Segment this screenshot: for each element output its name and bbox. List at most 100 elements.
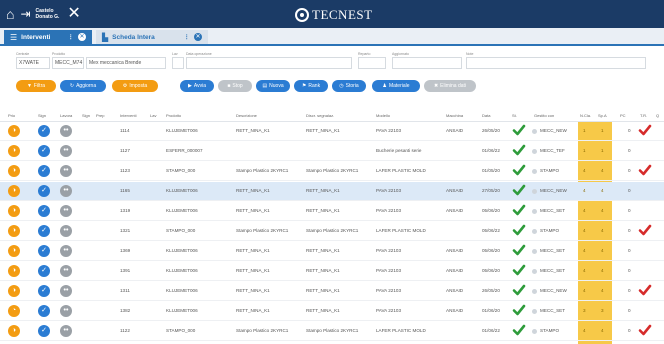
stop-button[interactable]: ■ Stop [218,80,252,92]
col-sign[interactable]: Sign [38,113,46,118]
table-row[interactable]: ◑ ✓ •• 1391 KLUJEMET006 RETT_NINA_K1 RETT_NINA… [0,262,664,281]
table-row[interactable]: ◑ ✓ •• 1311 KLUJEMET006 RETT_NINA_K1 RETT_NINA… [0,282,664,301]
priority-icon[interactable]: ◑ [8,165,20,177]
filter-reparto[interactable]: Reparto [358,52,386,69]
table-row[interactable]: ◑ ✓ •• 1369 KLUJEMET006 RETT_NINA_K1 RETT_NINA… [0,242,664,261]
check-circle-icon[interactable]: ✓ [38,205,50,217]
home-icon[interactable]: ⌂ [6,7,14,21]
filter-input[interactable]: Mex meccanica Brende [86,57,166,69]
menu-dots-icon[interactable]: •• [60,285,72,297]
priority-icon[interactable]: ◑ [8,125,20,137]
col-prodotto[interactable]: Prodotto [166,113,181,118]
check-circle-icon[interactable]: ✓ [38,245,50,257]
close-icon[interactable]: ✕ [67,6,80,22]
filter-input[interactable]: MECC_M74 [52,57,84,69]
col-gestito[interactable]: Gestito con [534,113,554,118]
close-tab-icon[interactable]: ✕ [194,33,202,41]
priority-icon[interactable]: ◑ [8,265,20,277]
priority-icon[interactable]: ◔ [8,305,20,317]
col-prep[interactable]: Prep [96,113,104,118]
priority-icon[interactable]: ◑ [8,185,20,197]
filter-data-operazione[interactable]: Data operazione [186,52,352,69]
imposta-button[interactable]: ⚙ Imposta [112,80,158,92]
check-circle-icon[interactable]: ✓ [38,145,50,157]
rank-button[interactable]: ⚑ Rank [294,80,328,92]
menu-dots-icon[interactable]: •• [60,145,72,157]
check-circle-icon[interactable]: ✓ [38,165,50,177]
storia-button[interactable]: ◷ Storia [332,80,366,92]
priority-icon[interactable]: ◑ [8,245,20,257]
priority-icon[interactable]: ◑ [8,225,20,237]
menu-dots-icon[interactable]: •• [60,165,72,177]
col-macchina[interactable]: Macchina [446,113,463,118]
col-tr[interactable]: T.R. [640,113,647,118]
check-circle-icon[interactable]: ✓ [38,305,50,317]
filter-input[interactable]: X7WATE [16,57,50,69]
priority-icon[interactable]: ◑ [8,145,20,157]
menu-dots-icon[interactable]: •• [60,225,72,237]
col-discr[interactable]: Discr. segnalaz. [306,113,334,118]
filter-note[interactable]: Note [466,52,646,69]
filter-input[interactable] [172,57,184,69]
priority-icon[interactable]: ◑ [8,205,20,217]
col-spa[interactable]: Sp.A [598,113,607,118]
col-modello[interactable]: Modello [376,113,390,118]
filter-prodotto[interactable]: Prodotto MECC_M74 [52,52,84,69]
menu-dots-icon[interactable]: •• [60,325,72,337]
menu-dots-icon[interactable]: •• [60,185,72,197]
col-interventi[interactable]: Interventi [120,113,136,118]
col-prio[interactable]: Prio [8,113,15,118]
menu-dots-icon[interactable]: •• [60,305,72,317]
col-stato[interactable]: St. [512,113,517,118]
tab-interventi[interactable]: ☰ Interventi ⋮ ✕ [4,30,92,44]
col-data[interactable]: Data [482,113,490,118]
priority-icon[interactable]: ◑ [8,325,20,337]
col-sign2[interactable]: Sign [82,113,90,118]
table-row[interactable]: ◑ ✓ •• 1122 STAMPO_000 Stampo Plastico 2KYRC1… [0,322,664,341]
check-circle-icon[interactable]: ✓ [38,285,50,297]
avvia-button[interactable]: ▶ Avvia [180,80,214,92]
check-circle-icon[interactable]: ✓ [38,225,50,237]
filter-input[interactable] [392,57,462,69]
nuova-button[interactable]: ▤ Nuova [256,80,290,92]
menu-dots-icon[interactable]: •• [60,205,72,217]
aggiorna-button[interactable]: ↻ Aggiorna [60,80,106,92]
col-lav[interactable]: Lav [150,113,156,118]
col-lavora[interactable]: Lavora [60,113,72,118]
priority-icon[interactable]: ◑ [8,285,20,297]
close-tab-icon[interactable]: ✕ [78,33,86,41]
col-descrizione[interactable]: Descrizione [236,113,257,118]
menu-dots-icon[interactable]: •• [60,245,72,257]
filter-input[interactable] [186,57,352,69]
cell-interventi: 1391 [120,268,131,273]
table-row[interactable]: ◑ ✓ •• 1114 KLUJEMET006 RETT_NINA_K1 RETT_NINA… [0,122,664,141]
col-pc[interactable]: PC [620,113,626,118]
check-circle-icon[interactable]: ✓ [38,265,50,277]
menu-dots-icon[interactable]: •• [60,125,72,137]
table-row[interactable]: ◑ ✓ •• 1165 KLUJEMET006 RETT_NINA_K1 RETT_NINA… [0,182,664,201]
table-row[interactable]: ◑ ✓ •• 1321 STAMPO_000 Stampo Plastico 2KYRC1… [0,222,664,241]
col-ncla[interactable]: N.Cla. [580,113,591,118]
cell-data: 27/05/20 [482,188,500,193]
table-row[interactable]: ◑ ✓ •• 1123 STAMPO_000 Stampo Plastico 2KYRC1… [0,162,664,181]
filter-input[interactable] [358,57,386,69]
check-circle-icon[interactable]: ✓ [38,185,50,197]
check-circle-icon[interactable]: ✓ [38,125,50,137]
col-q[interactable]: Q [656,113,659,118]
table-row[interactable]: ◔ ✓ •• 1382 KLUJEMET006 RETT_NINA_K1 RETT_NINA… [0,302,664,321]
tab-scheda-intera[interactable]: ▙ Scheda Intera ⋮ ✕ [96,30,208,44]
materiale-button[interactable]: ♟ Materiale [372,80,420,92]
filter-input[interactable] [466,57,646,69]
check-circle-icon[interactable]: ✓ [38,325,50,337]
logout-icon[interactable]: ⇥ [20,8,30,20]
filter-descrizione[interactable]: Mex meccanica Brende [86,52,166,69]
filter-aggiornato[interactable]: Aggiornato [392,52,462,69]
filter-centrale[interactable]: Centrale X7WATE [16,52,50,69]
filter-lav[interactable]: Lav [172,52,184,69]
table-row[interactable]: ◑ ✓ •• 1127 ESFERR_000007 Bucherie pesanti se… [0,142,664,161]
status-dot-icon [532,309,537,314]
filtra-button[interactable]: ▼ Filtra [16,80,56,92]
elimina-dati-button[interactable]: ✖ Elimina dati [424,80,476,92]
menu-dots-icon[interactable]: •• [60,265,72,277]
table-row[interactable]: ◑ ✓ •• 1319 KLUJEMET006 RETT_NINA_K1 RETT_NINA… [0,202,664,221]
